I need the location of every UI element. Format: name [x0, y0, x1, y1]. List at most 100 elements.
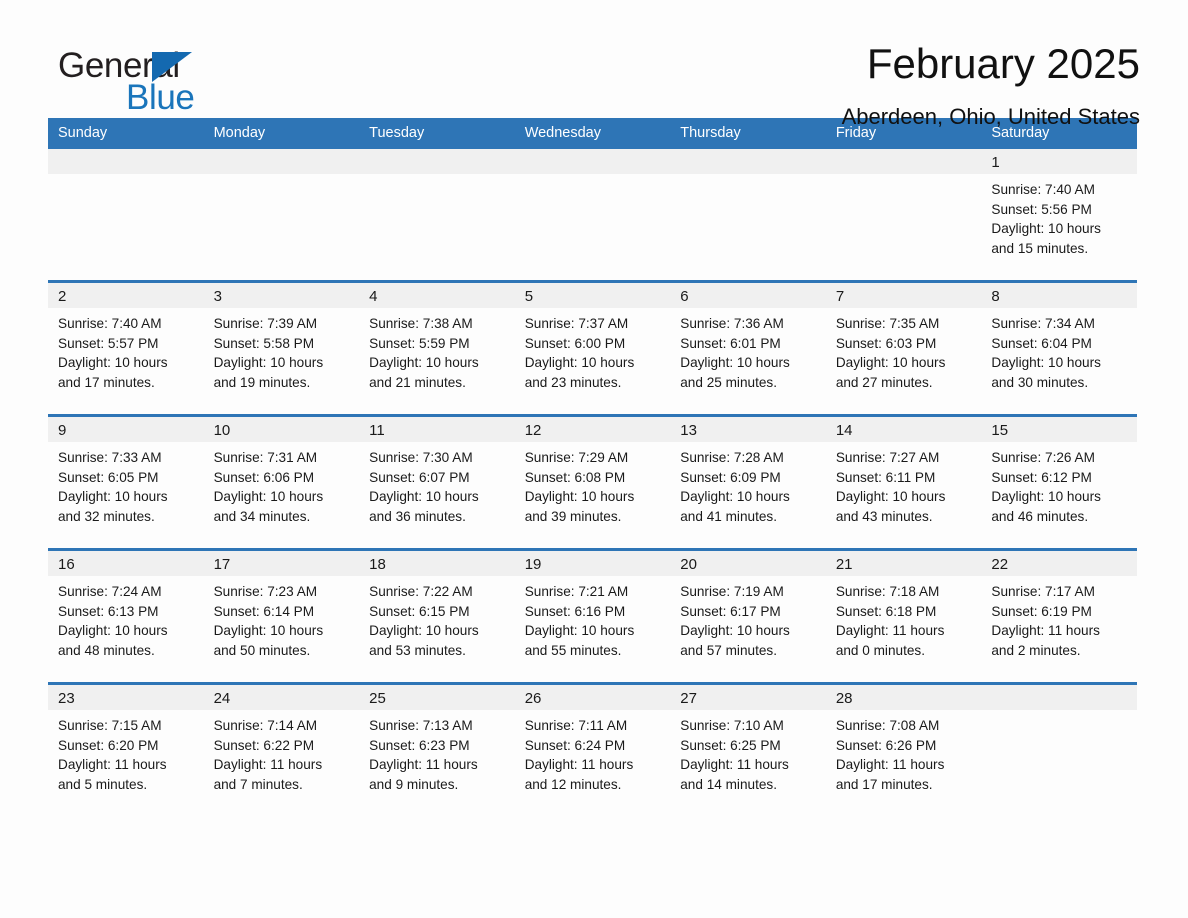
daylight-text-line1: Daylight: 11 hours [213, 757, 323, 773]
day-details: Sunrise: 7:34 AM Sunset: 6:04 PM Daylight:… [981, 308, 1137, 392]
daylight-text-line1: Daylight: 11 hours [58, 757, 167, 773]
day-cell[interactable]: 18 Sunrise: 7:22 AM Sunset: 6:15 PM Dayligh… [359, 548, 515, 684]
day-number: 26 [514, 685, 671, 710]
day-details: Sunrise: 7:27 AM Sunset: 6:11 PM Daylight:… [826, 442, 982, 526]
daylight-text-line2: and 12 minutes. [524, 776, 622, 792]
day-cell[interactable]: 4 Sunrise: 7:38 AM Sunset: 5:59 PM Daylight… [359, 280, 515, 416]
day-cell[interactable]: 11 Sunrise: 7:30 AM Sunset: 6:07 PM Dayligh… [359, 414, 515, 550]
calendar-body: 1 Sunrise: 7:40 AM Sunset: 5:56 PM Daylight… [48, 149, 1137, 816]
day-details: Sunrise: 7:11 AM Sunset: 6:24 PM Daylight:… [515, 710, 671, 794]
daylight-text-line1: Daylight: 10 hours [835, 355, 946, 371]
day-cell[interactable]: 27 Sunrise: 7:10 AM Sunset: 6:25 PM Dayligh… [670, 682, 826, 816]
day-cell[interactable]: 26 Sunrise: 7:11 AM Sunset: 6:24 PM Dayligh… [514, 682, 671, 816]
day-number [203, 149, 360, 174]
sunset-text: Sunset: 6:15 PM [369, 603, 470, 619]
sunrise-text: Sunrise: 7:14 AM [213, 718, 318, 733]
day-cell[interactable]: 8 Sunrise: 7:34 AM Sunset: 6:04 PM Daylight… [981, 280, 1137, 416]
day-number: 28 [825, 685, 982, 710]
day-cell[interactable]: 20 Sunrise: 7:19 AM Sunset: 6:17 PM Dayligh… [670, 548, 826, 684]
sunset-text: Sunset: 6:24 PM [524, 737, 626, 753]
daylight-text-line1: Daylight: 11 hours [680, 757, 789, 773]
sunrise-text: Sunrise: 7:30 AM [369, 450, 473, 465]
sunset-text: Sunset: 6:17 PM [680, 603, 781, 619]
daylight-text-line2: and 2 minutes. [991, 642, 1081, 658]
daylight-text-line2: and 17 minutes. [58, 374, 155, 390]
general-blue-logo[interactable]: General Blue [48, 42, 248, 116]
day-cell[interactable]: 6 Sunrise: 7:36 AM Sunset: 6:01 PM Daylight… [670, 280, 826, 416]
day-cell[interactable]: 1 Sunrise: 7:40 AM Sunset: 5:56 PM Daylight… [981, 149, 1137, 282]
page-masthead: General Blue February 2025 Aberdeen, Ohi… [48, 0, 1140, 129]
sunset-text: Sunset: 5:56 PM [991, 201, 1092, 217]
day-details: Sunrise: 7:40 AM Sunset: 5:56 PM Daylight:… [981, 174, 1137, 258]
sunset-text: Sunset: 5:58 PM [213, 335, 315, 351]
day-number: 21 [825, 551, 982, 576]
sunset-text: Sunset: 6:14 PM [213, 603, 315, 619]
day-cell-empty [981, 682, 1137, 816]
day-details: Sunrise: 7:37 AM Sunset: 6:00 PM Daylight:… [515, 308, 671, 392]
day-cell[interactable]: 17 Sunrise: 7:23 AM Sunset: 6:14 PM Dayligh… [203, 548, 360, 684]
day-cell[interactable]: 15 Sunrise: 7:26 AM Sunset: 6:12 PM Dayligh… [981, 414, 1137, 550]
day-number: 11 [359, 417, 515, 442]
daylight-text-line1: Daylight: 10 hours [835, 489, 946, 505]
day-details: Sunrise: 7:31 AM Sunset: 6:06 PM Daylight:… [204, 442, 360, 526]
day-cell[interactable]: 24 Sunrise: 7:14 AM Sunset: 6:22 PM Dayligh… [203, 682, 360, 816]
sunset-text: Sunset: 5:59 PM [369, 335, 470, 351]
sunset-text: Sunset: 6:20 PM [58, 737, 159, 753]
day-cell[interactable]: 13 Sunrise: 7:28 AM Sunset: 6:09 PM Dayligh… [670, 414, 826, 550]
sunrise-text: Sunrise: 7:17 AM [991, 584, 1095, 599]
day-details: Sunrise: 7:36 AM Sunset: 6:01 PM Daylight:… [670, 308, 826, 392]
day-cell[interactable]: 2 Sunrise: 7:40 AM Sunset: 5:57 PM Daylight… [48, 280, 204, 416]
day-number: 24 [203, 685, 360, 710]
daylight-text-line1: Daylight: 10 hours [369, 489, 479, 505]
day-number [981, 685, 1137, 710]
day-cell[interactable]: 19 Sunrise: 7:21 AM Sunset: 6:16 PM Dayligh… [514, 548, 671, 684]
day-cell-empty [48, 149, 204, 282]
day-number: 5 [514, 283, 671, 308]
day-cell[interactable]: 23 Sunrise: 7:15 AM Sunset: 6:20 PM Dayligh… [48, 682, 204, 816]
day-cell[interactable]: 28 Sunrise: 7:08 AM Sunset: 6:26 PM Dayligh… [825, 682, 982, 816]
day-cell[interactable]: 9 Sunrise: 7:33 AM Sunset: 6:05 PM Daylight… [48, 414, 204, 550]
sunrise-text: Sunrise: 7:19 AM [680, 584, 784, 599]
daylight-text-line1: Daylight: 11 hours [991, 623, 1100, 639]
daylight-text-line2: and 27 minutes. [835, 374, 933, 390]
sunset-text: Sunset: 6:07 PM [369, 469, 470, 485]
day-number [670, 149, 826, 174]
sunrise-text: Sunrise: 7:31 AM [213, 450, 318, 465]
day-cell-empty [825, 149, 982, 282]
day-number: 22 [981, 551, 1137, 576]
daylight-text-line1: Daylight: 10 hours [524, 355, 635, 371]
day-details: Sunrise: 7:14 AM Sunset: 6:22 PM Daylight:… [204, 710, 360, 794]
sunset-text: Sunset: 6:22 PM [213, 737, 315, 753]
day-details: Sunrise: 7:21 AM Sunset: 6:16 PM Daylight:… [515, 576, 671, 660]
daylight-text-line1: Daylight: 10 hours [991, 221, 1101, 237]
day-details: Sunrise: 7:28 AM Sunset: 6:09 PM Daylight:… [670, 442, 826, 526]
day-cell[interactable]: 22 Sunrise: 7:17 AM Sunset: 6:19 PM Dayligh… [981, 548, 1137, 684]
day-number: 15 [981, 417, 1137, 442]
sunset-text: Sunset: 6:08 PM [524, 469, 626, 485]
day-cell[interactable]: 14 Sunrise: 7:27 AM Sunset: 6:11 PM Dayligh… [825, 414, 982, 550]
day-cell[interactable]: 21 Sunrise: 7:18 AM Sunset: 6:18 PM Dayligh… [825, 548, 982, 684]
day-cell[interactable]: 25 Sunrise: 7:13 AM Sunset: 6:23 PM Dayligh… [359, 682, 515, 816]
daylight-text-line1: Daylight: 10 hours [58, 489, 168, 505]
sunrise-text: Sunrise: 7:29 AM [524, 450, 629, 465]
title-block: February 2025 Aberdeen, Ohio, United Sta… [248, 41, 1140, 130]
sunrise-text: Sunrise: 7:23 AM [213, 584, 318, 599]
day-cell[interactable]: 12 Sunrise: 7:29 AM Sunset: 6:08 PM Dayligh… [514, 414, 671, 550]
daylight-text-line1: Daylight: 11 hours [835, 757, 945, 773]
daylight-text-line1: Daylight: 10 hours [58, 355, 168, 371]
sunset-text: Sunset: 6:12 PM [991, 469, 1092, 485]
day-cell[interactable]: 5 Sunrise: 7:37 AM Sunset: 6:00 PM Daylight… [514, 280, 671, 416]
sunrise-text: Sunrise: 7:08 AM [835, 718, 940, 733]
day-cell[interactable]: 7 Sunrise: 7:35 AM Sunset: 6:03 PM Daylight… [825, 280, 982, 416]
sunset-text: Sunset: 6:25 PM [680, 737, 781, 753]
day-cell[interactable]: 3 Sunrise: 7:39 AM Sunset: 5:58 PM Daylight… [203, 280, 360, 416]
sunrise-text: Sunrise: 7:22 AM [369, 584, 473, 599]
day-number: 18 [359, 551, 515, 576]
sunset-text: Sunset: 6:05 PM [58, 469, 159, 485]
day-number: 16 [48, 551, 204, 576]
sunrise-text: Sunrise: 7:18 AM [835, 584, 940, 599]
daylight-text-line1: Daylight: 10 hours [369, 355, 479, 371]
day-cell[interactable]: 16 Sunrise: 7:24 AM Sunset: 6:13 PM Dayligh… [48, 548, 204, 684]
day-cell[interactable]: 10 Sunrise: 7:31 AM Sunset: 6:06 PM Dayligh… [203, 414, 360, 550]
day-details: Sunrise: 7:13 AM Sunset: 6:23 PM Daylight:… [359, 710, 515, 794]
